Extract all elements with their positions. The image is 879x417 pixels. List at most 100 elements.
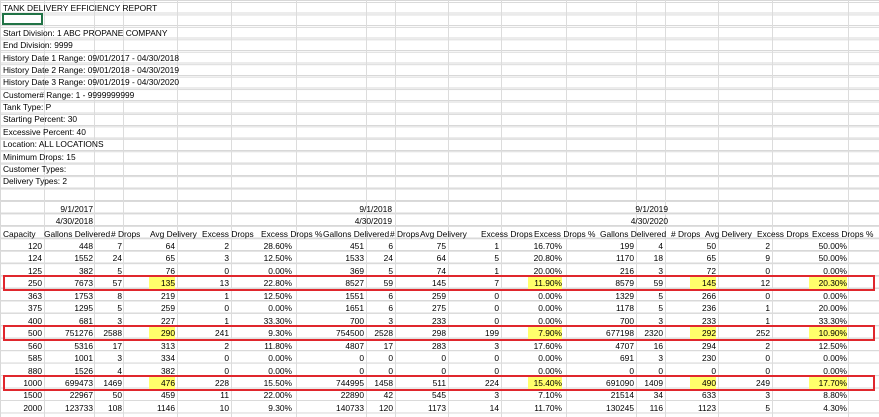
table-cell[interactable]: 4707 [564, 340, 634, 352]
table-cell[interactable]: 28.60% [231, 240, 292, 252]
table-cell[interactable]: 120 [366, 402, 393, 414]
table-cell[interactable]: 3 [448, 389, 499, 401]
table-cell[interactable]: 64 [395, 252, 446, 264]
table-cell[interactable]: 124 [2, 252, 42, 264]
table-cell[interactable]: 1170 [564, 252, 634, 264]
table-cell[interactable]: 4.30% [772, 402, 847, 414]
table-cell[interactable]: 34 [636, 389, 663, 401]
table-cell[interactable]: 0 [395, 352, 446, 364]
table-cell[interactable]: 123733 [44, 402, 93, 414]
table-cell[interactable]: 3 [718, 389, 770, 401]
table-cell[interactable]: 1753 [44, 290, 93, 302]
table-cell[interactable]: 2000 [2, 402, 42, 414]
table-cell[interactable]: 17.60% [501, 340, 562, 352]
table-cell[interactable]: 20.00% [772, 302, 847, 314]
table-cell[interactable]: 3 [95, 352, 122, 364]
table-cell[interactable]: 3 [636, 352, 663, 364]
table-cell[interactable]: 2 [177, 340, 229, 352]
table-cell[interactable]: 0.00% [501, 290, 562, 302]
table-cell[interactable]: 3 [448, 340, 499, 352]
table-cell[interactable]: 1123 [665, 402, 716, 414]
table-cell[interactable]: 313 [124, 340, 175, 352]
table-cell[interactable]: 50 [665, 240, 716, 252]
table-cell[interactable]: 560 [2, 340, 42, 352]
table-cell[interactable]: 459 [124, 389, 175, 401]
table-cell[interactable]: 2 [718, 240, 770, 252]
table-cell[interactable]: 2 [718, 340, 770, 352]
table-cell[interactable]: 236 [665, 302, 716, 314]
table-cell[interactable]: 1 [718, 302, 770, 314]
table-cell[interactable]: 140733 [294, 402, 364, 414]
table-cell[interactable]: 17 [366, 340, 393, 352]
table-cell[interactable]: 259 [124, 302, 175, 314]
table-cell[interactable]: 266 [665, 290, 716, 302]
table-cell[interactable]: 16.70% [501, 240, 562, 252]
table-cell[interactable]: 8 [95, 290, 122, 302]
table-cell[interactable]: 1551 [294, 290, 364, 302]
table-cell[interactable]: 5 [448, 252, 499, 264]
table-cell[interactable]: 451 [294, 240, 364, 252]
table-cell[interactable]: 1500 [2, 389, 42, 401]
table-cell[interactable]: 5 [636, 290, 663, 302]
table-cell[interactable]: 0.00% [231, 352, 292, 364]
table-cell[interactable]: 691 [564, 352, 634, 364]
table-cell[interactable]: 16 [636, 340, 663, 352]
table-cell[interactable]: 3 [177, 252, 229, 264]
table-cell[interactable]: 22.00% [231, 389, 292, 401]
table-cell[interactable]: 24 [366, 252, 393, 264]
table-cell[interactable]: 6 [366, 290, 393, 302]
table-cell[interactable]: 334 [124, 352, 175, 364]
table-cell[interactable]: 0 [448, 290, 499, 302]
table-cell[interactable]: 12.50% [231, 252, 292, 264]
table-cell[interactable]: 10 [177, 402, 229, 414]
table-cell[interactable]: 75 [395, 240, 446, 252]
table-cell[interactable]: 11 [177, 389, 229, 401]
table-cell[interactable]: 5 [636, 302, 663, 314]
table-cell[interactable]: 1173 [395, 402, 446, 414]
table-cell[interactable]: 4807 [294, 340, 364, 352]
table-cell[interactable]: 42 [366, 389, 393, 401]
table-cell[interactable]: 294 [665, 340, 716, 352]
table-cell[interactable]: 6 [366, 240, 393, 252]
table-cell[interactable]: 0 [177, 352, 229, 364]
table-cell[interactable]: 24 [95, 252, 122, 264]
table-cell[interactable]: 199 [564, 240, 634, 252]
selected-cell[interactable] [2, 13, 43, 25]
table-cell[interactable]: 1533 [294, 252, 364, 264]
table-cell[interactable]: 1329 [564, 290, 634, 302]
table-cell[interactable]: 1552 [44, 252, 93, 264]
table-cell[interactable]: 21514 [564, 389, 634, 401]
table-cell[interactable]: 0 [177, 302, 229, 314]
table-cell[interactable]: 0 [718, 290, 770, 302]
table-cell[interactable]: 1651 [294, 302, 364, 314]
table-cell[interactable]: 1 [448, 240, 499, 252]
table-cell[interactable]: 448 [44, 240, 93, 252]
table-cell[interactable]: 1 [177, 290, 229, 302]
table-cell[interactable]: 259 [395, 290, 446, 302]
table-cell[interactable]: 585 [2, 352, 42, 364]
table-cell[interactable]: 0 [294, 352, 364, 364]
table-cell[interactable]: 12.50% [772, 340, 847, 352]
table-cell[interactable]: 2 [177, 240, 229, 252]
table-cell[interactable]: 11.80% [231, 340, 292, 352]
table-cell[interactable]: 1146 [124, 402, 175, 414]
table-cell[interactable]: 5 [718, 402, 770, 414]
table-cell[interactable]: 50.00% [772, 252, 847, 264]
table-cell[interactable]: 0 [448, 302, 499, 314]
table-cell[interactable]: 0.00% [501, 352, 562, 364]
table-cell[interactable]: 0.00% [501, 302, 562, 314]
table-cell[interactable]: 0.00% [772, 352, 847, 364]
table-cell[interactable]: 5316 [44, 340, 93, 352]
table-cell[interactable]: 5 [95, 302, 122, 314]
table-cell[interactable]: 1001 [44, 352, 93, 364]
table-cell[interactable]: 17 [95, 340, 122, 352]
table-cell[interactable]: 65 [124, 252, 175, 264]
table-cell[interactable]: 22890 [294, 389, 364, 401]
table-cell[interactable]: 7.10% [501, 389, 562, 401]
table-cell[interactable]: 0.00% [772, 290, 847, 302]
table-cell[interactable]: 50 [95, 389, 122, 401]
table-cell[interactable]: 1295 [44, 302, 93, 314]
table-cell[interactable]: 64 [124, 240, 175, 252]
table-cell[interactable]: 375 [2, 302, 42, 314]
table-cell[interactable]: 0 [448, 352, 499, 364]
